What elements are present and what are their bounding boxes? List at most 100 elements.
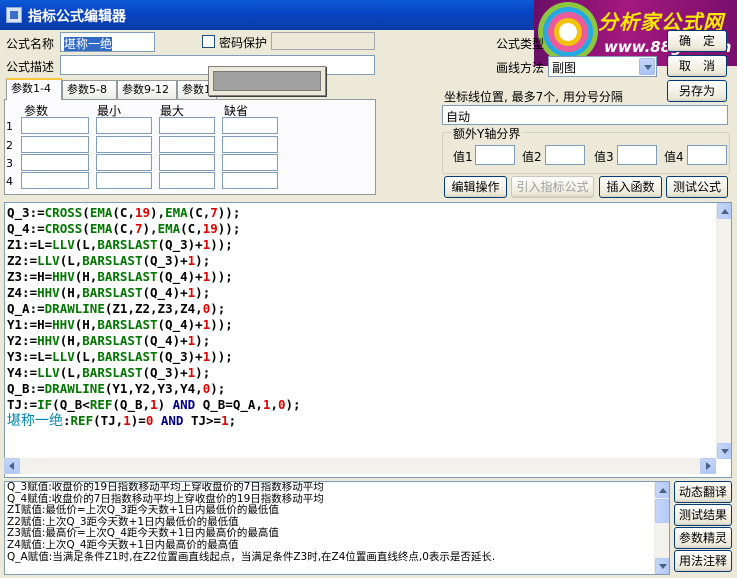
chevron-down-icon[interactable] <box>639 58 655 75</box>
y-value-4-input[interactable] <box>687 145 727 165</box>
code-token: LLV <box>52 237 75 252</box>
code-token: (Q_3)+ <box>157 237 203 252</box>
editor-vertical-scrollbar[interactable] <box>716 203 731 459</box>
param-3-max-input[interactable] <box>159 154 215 171</box>
y-value-3-input[interactable] <box>617 145 657 165</box>
scroll-down-icon[interactable] <box>717 443 731 459</box>
code-token: BARSLAST <box>82 285 143 300</box>
code-token: HHV <box>52 269 75 284</box>
code-token: BARSLAST <box>97 237 158 252</box>
y-value-2-input[interactable] <box>545 145 585 165</box>
scroll-up-icon[interactable] <box>655 482 669 498</box>
param-1-min-input[interactable] <box>96 117 152 134</box>
param-1-name-input[interactable] <box>21 117 89 134</box>
param-1-default-input[interactable] <box>222 117 278 134</box>
output-vertical-scrollbar[interactable] <box>654 482 669 574</box>
code-line: Q_4:=CROSS(EMA(C,7),EMA(C,19)); <box>7 221 301 237</box>
code-token: (H, <box>74 269 98 284</box>
param-2-default-input[interactable] <box>222 136 278 153</box>
code-token: 7 <box>210 205 218 220</box>
coord-lines-input[interactable]: 自动 <box>442 105 728 125</box>
code-token: 0 <box>278 397 286 412</box>
param-2-min-input[interactable] <box>96 136 152 153</box>
code-token: 堪称一绝 <box>7 413 63 429</box>
param-3-default-input[interactable] <box>222 154 278 171</box>
code-line: Y1:=H=HHV(H,BARSLAST(Q_4)+1)); <box>7 317 301 333</box>
code-token: (L, <box>59 365 83 380</box>
translation-output[interactable]: Q_3赋值:收盘价的19日指数移动平均上穿收盘价的7日指数移动平均 Q_4赋值:收… <box>4 481 670 575</box>
scroll-down-icon[interactable] <box>655 558 669 574</box>
draw-method-value: 副图 <box>552 61 577 75</box>
dynamic-translate-button[interactable]: 动态翻译 <box>674 481 732 503</box>
code-token: Q_B=Q_A, <box>195 397 263 412</box>
param-1-max-input[interactable] <box>159 117 215 134</box>
code-token: HHV <box>37 333 60 348</box>
code-token: (Q_B, <box>112 397 151 412</box>
code-token: ); <box>195 365 211 380</box>
usage-notes-button[interactable]: 用法注释 <box>674 550 732 572</box>
test-formula-button[interactable]: 测试公式 <box>666 176 728 198</box>
code-token: )); <box>210 269 233 284</box>
extra-y-axis-group: 额外Y轴分界 值1 值2 值3 值4 <box>442 125 730 174</box>
code-line: TJ:=IF(Q_B<REF(Q_B,1) AND Q_B=Q_A,1,0); <box>7 397 301 413</box>
edit-operation-button[interactable]: 编辑操作 <box>444 176 507 198</box>
code-token: , <box>270 397 278 412</box>
code-line: Y2:=HHV(H,BARSLAST(Q_4)+1); <box>7 333 301 349</box>
code-token: Q_A:= <box>7 301 45 316</box>
code-token: Y4:= <box>7 365 38 380</box>
ok-button[interactable]: 确 定 <box>667 30 727 52</box>
formula-name-input[interactable]: 堪称一绝 <box>60 32 155 52</box>
tab-params-1-4[interactable]: 参数1-4 <box>6 78 62 100</box>
y-value-1-label: 值1 <box>453 150 473 164</box>
code-token: (Z1,Z2,Z3,Z4, <box>104 301 203 316</box>
param-2-name-input[interactable] <box>21 136 89 153</box>
y-value-1-input[interactable] <box>475 145 515 165</box>
code-token: 7 <box>134 221 143 236</box>
code-token: TJ:= <box>7 397 38 412</box>
floating-popup[interactable] <box>208 66 326 96</box>
scroll-up-icon[interactable] <box>717 203 731 219</box>
code-token: (Q_3)+ <box>157 349 203 364</box>
param-4-default-input[interactable] <box>222 172 278 189</box>
code-token: BARSLAST <box>97 269 158 284</box>
editor-horizontal-scrollbar[interactable] <box>4 458 716 474</box>
test-result-button[interactable]: 测试结果 <box>674 504 732 526</box>
y-value-4-label: 值4 <box>664 150 684 164</box>
tab-params-9-12[interactable]: 参数9-12 <box>117 80 177 100</box>
code-token: LLV <box>37 365 60 380</box>
code-token: Z3:=H= <box>7 269 53 284</box>
param-4-max-input[interactable] <box>159 172 215 189</box>
code-token: ), <box>142 221 158 236</box>
param-4-min-input[interactable] <box>96 172 152 189</box>
code-token: LLV <box>37 253 60 268</box>
password-input[interactable] <box>271 32 375 50</box>
tab-params-5-8[interactable]: 参数5-8 <box>62 80 117 100</box>
password-checkbox[interactable] <box>202 35 215 48</box>
code-line: Z3:=H=HHV(H,BARSLAST(Q_4)+1)); <box>7 269 301 285</box>
save-as-button[interactable]: 另存为 <box>667 80 727 102</box>
scroll-thumb[interactable] <box>655 499 669 523</box>
code-token: (Q_4)+ <box>157 317 203 332</box>
code-token: ), <box>150 205 166 220</box>
draw-method-label: 画线方法 <box>496 61 545 75</box>
cancel-button[interactable]: 取 消 <box>667 55 727 77</box>
insert-function-button[interactable]: 插入函数 <box>599 176 662 198</box>
formula-editor[interactable]: Q_3:=CROSS(EMA(C,19),EMA(C,7)); Q_4:=CROS… <box>4 202 732 478</box>
scroll-right-icon[interactable] <box>700 458 716 474</box>
y-value-3-label: 值3 <box>594 150 614 164</box>
code-token: AND <box>172 397 196 412</box>
code-line: Q_A:=DRAWLINE(Z1,Z2,Z3,Z4,0); <box>7 301 301 317</box>
y-value-2-label: 值2 <box>522 150 542 164</box>
code-token: ) <box>157 397 173 412</box>
draw-method-select[interactable]: 副图 <box>548 56 657 77</box>
param-3-name-input[interactable] <box>21 154 89 171</box>
param-2-max-input[interactable] <box>159 136 215 153</box>
param-wizard-button[interactable]: 参数精灵 <box>674 527 732 549</box>
param-3-min-input[interactable] <box>96 154 152 171</box>
code-token: Y2:= <box>7 333 38 348</box>
scroll-left-icon[interactable] <box>4 458 20 474</box>
formula-code: Q_3:=CROSS(EMA(C,19),EMA(C,7)); Q_4:=CROS… <box>7 205 301 429</box>
param-4-name-input[interactable] <box>21 172 89 189</box>
formula-desc-label: 公式描述 <box>6 60 55 74</box>
import-formula-button[interactable]: 引入指标公式 <box>511 176 594 198</box>
